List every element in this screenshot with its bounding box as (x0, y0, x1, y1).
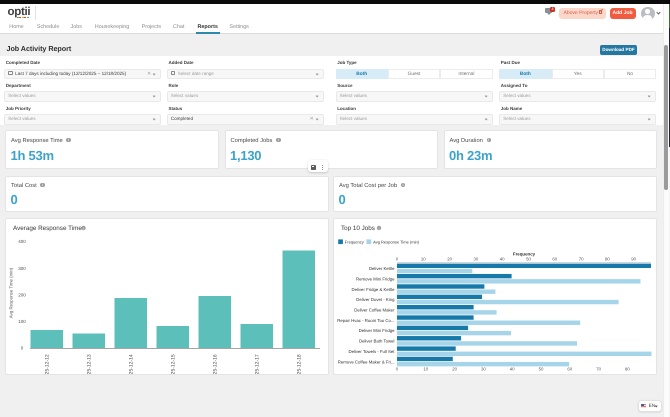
svg-text:Deliver Fridge & Kettle: Deliver Fridge & Kettle (352, 287, 396, 292)
svg-text:Avg Response Time (min): Avg Response Time (min) (373, 240, 420, 245)
svg-text:300: 300 (18, 266, 26, 271)
svg-text:30: 30 (481, 367, 486, 372)
svg-text:400: 400 (18, 239, 26, 244)
svg-text:Deliver Mini Fridge: Deliver Mini Fridge (359, 328, 395, 333)
svg-text:Top 10 Jobs: Top 10 Jobs (341, 225, 375, 232)
svg-text:Remove Coffee Maker & Fri...: Remove Coffee Maker & Fri... (338, 359, 395, 364)
svg-text:Deliver Duvet - King: Deliver Duvet - King (356, 297, 395, 302)
svg-text:Deliver Towels - Full Set: Deliver Towels - Full Set (348, 349, 395, 354)
svg-text:Avg Response Time (min): Avg Response Time (min) (9, 267, 14, 318)
svg-text:025-12-18: 025-12-18 (297, 354, 303, 374)
svg-text:025-12-16: 025-12-16 (213, 354, 219, 374)
svg-text:40: 40 (510, 367, 515, 372)
svg-text:Repair Hvac - Room Too Co...: Repair Hvac - Room Too Co... (337, 318, 394, 323)
svg-text:Deliver Coffee Maker: Deliver Coffee Maker (354, 308, 395, 313)
svg-text:Deliver Bath Towel: Deliver Bath Towel (359, 339, 395, 344)
svg-text:Average Response Time: Average Response Time (13, 225, 82, 232)
svg-text:Deliver Kettle: Deliver Kettle (369, 266, 395, 271)
svg-text:10: 10 (423, 367, 428, 372)
svg-text:Frequency: Frequency (345, 240, 364, 245)
svg-text:70: 70 (596, 367, 601, 372)
svg-text:80: 80 (605, 257, 610, 262)
svg-text:0: 0 (396, 367, 399, 372)
svg-text:100: 100 (18, 319, 26, 324)
svg-text:025-12-17: 025-12-17 (255, 354, 261, 374)
svg-text:025-12-12: 025-12-12 (45, 354, 51, 374)
svg-text:10: 10 (421, 257, 426, 262)
svg-text:20: 20 (452, 367, 457, 372)
svg-text:80: 80 (625, 367, 630, 372)
svg-text:40: 40 (500, 257, 505, 262)
svg-text:70: 70 (579, 257, 584, 262)
svg-text:0: 0 (396, 257, 399, 262)
svg-text:025-12-15: 025-12-15 (171, 354, 177, 374)
svg-text:60: 60 (567, 367, 572, 372)
svg-text:90: 90 (631, 257, 636, 262)
svg-text:30: 30 (474, 257, 479, 262)
svg-text:025-12-14: 025-12-14 (129, 354, 135, 374)
svg-text:50: 50 (526, 257, 531, 262)
svg-text:Frequency: Frequency (513, 252, 536, 257)
svg-text:Remove Mini Fridge: Remove Mini Fridge (356, 277, 395, 282)
svg-text:025-12-13: 025-12-13 (87, 354, 93, 374)
svg-text:20: 20 (447, 257, 452, 262)
svg-text:60: 60 (552, 257, 557, 262)
svg-text:50: 50 (539, 367, 544, 372)
svg-text:0: 0 (21, 346, 24, 351)
svg-text:200: 200 (18, 293, 26, 298)
